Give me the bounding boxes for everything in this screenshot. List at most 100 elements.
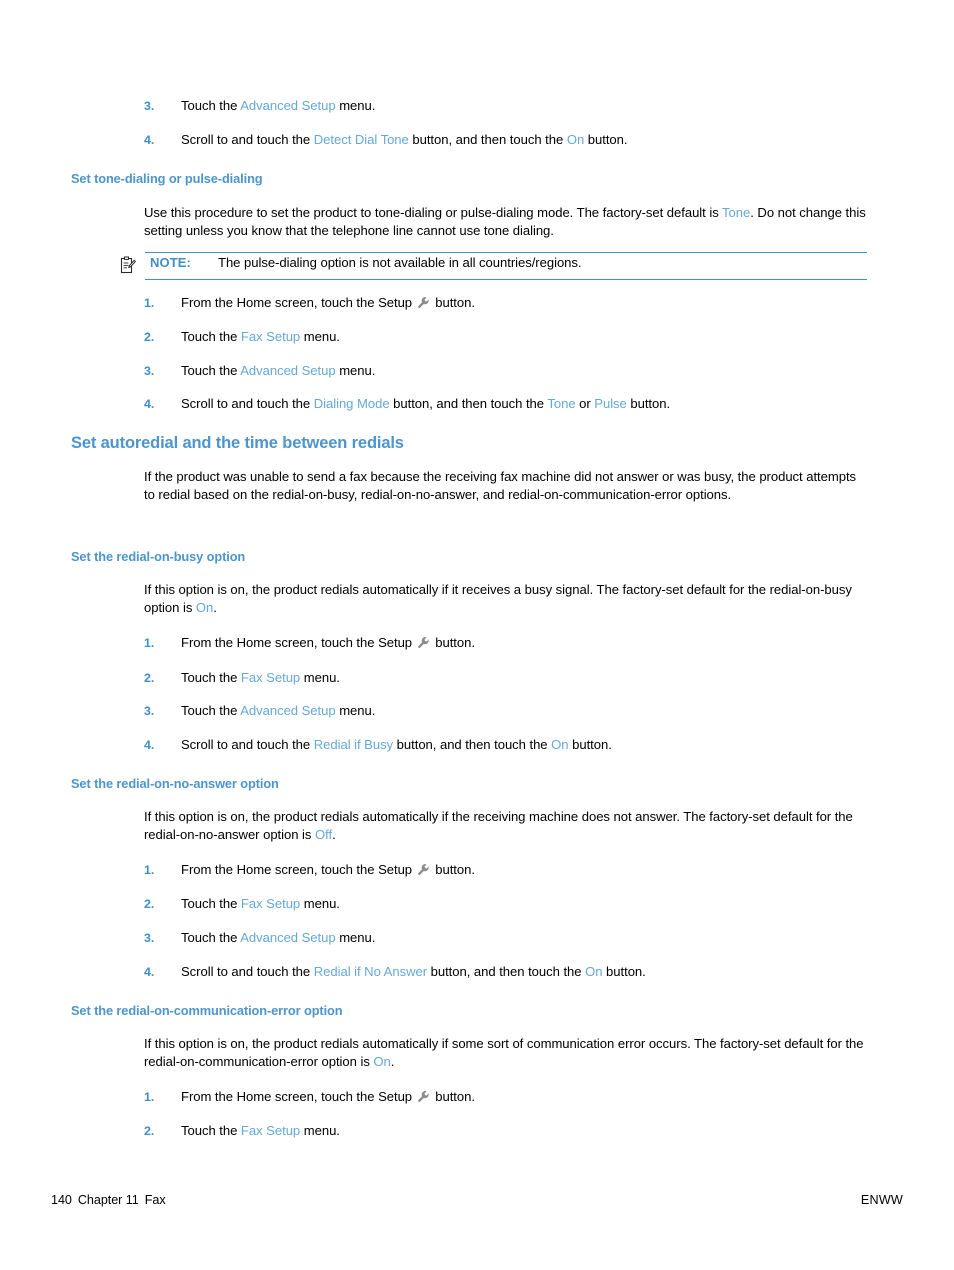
list-item: 3. Touch the Advanced Setup menu. — [144, 97, 904, 115]
ui-term: Advanced Setup — [240, 98, 336, 113]
text-fragment: button. — [568, 737, 612, 752]
list-item: 3. Touch the Advanced Setup menu. — [144, 929, 904, 947]
list-text: Scroll to and touch the Redial if Busy b… — [181, 736, 612, 754]
text-fragment: menu. — [300, 329, 340, 344]
text-fragment: . — [213, 600, 217, 616]
ui-term: On — [551, 737, 569, 752]
text-fragment: Touch the — [181, 98, 241, 113]
text-fragment: Touch the — [181, 930, 241, 945]
text-fragment: or — [575, 396, 595, 411]
list-text: Touch the Advanced Setup menu. — [181, 97, 375, 115]
note-label: NOTE: — [150, 255, 191, 270]
list-text: Scroll to and touch the Dialing Mode but… — [181, 395, 670, 413]
ui-term: Advanced Setup — [240, 363, 336, 378]
paragraph-redial-on-communication-error: If this option is on, the product redial… — [144, 1035, 869, 1072]
text-fragment: From the Home screen, touch the Setup — [181, 1089, 416, 1104]
ui-term: Detect Dial Tone — [313, 132, 409, 147]
heading-set-autoredial: Set autoredial and the time between redi… — [71, 434, 404, 452]
list-number: 4. — [144, 397, 155, 411]
text-fragment: menu. — [335, 98, 376, 113]
ui-term: On — [585, 964, 603, 979]
ui-term: Fax Setup — [240, 670, 301, 685]
text-fragment: Touch the — [181, 1123, 241, 1138]
text-fragment: Touch the — [181, 329, 241, 344]
list-number: 4. — [144, 965, 155, 979]
text-fragment: button. — [431, 1089, 475, 1104]
text-fragment: If this option is on, the product redial… — [144, 809, 853, 843]
list-number: 1. — [144, 863, 155, 877]
text-fragment: menu. — [335, 930, 376, 945]
note-callout: NOTE: The pulse-dialing option is not av… — [0, 252, 954, 282]
text-fragment: button, and then touch the — [427, 964, 586, 979]
ui-term: On — [195, 600, 214, 616]
paragraph-redial-on-busy: If this option is on, the product redial… — [144, 581, 869, 618]
text-fragment: If this option is on, the product redial… — [144, 1036, 864, 1070]
ui-term: On — [373, 1054, 391, 1070]
text-fragment: Touch the — [181, 703, 241, 718]
list-item: 1. From the Home screen, touch the Setup … — [144, 1088, 904, 1106]
text-fragment: From the Home screen, touch the Setup — [181, 862, 416, 877]
heading-redial-on-no-answer: Set the redial-on-no-answer option — [71, 776, 279, 791]
list-item: 3. Touch the Advanced Setup menu. — [144, 362, 904, 380]
list-number: 3. — [144, 704, 155, 718]
list-number: 4. — [144, 738, 155, 752]
list-number: 3. — [144, 364, 155, 378]
list-number: 3. — [144, 931, 155, 945]
list-text: From the Home screen, touch the Setup bu… — [181, 634, 475, 652]
text-fragment: button, and then touch the — [389, 396, 548, 411]
text-fragment: button. — [584, 132, 628, 147]
list-text: Touch the Advanced Setup menu. — [181, 702, 375, 720]
list-number: 1. — [144, 296, 155, 310]
heading-redial-on-busy: Set the redial-on-busy option — [71, 549, 246, 564]
ui-term: Advanced Setup — [240, 703, 336, 718]
list-item: 1. From the Home screen, touch the Setup … — [144, 294, 904, 312]
paragraph-redial-on-no-answer: If this option is on, the product redial… — [144, 808, 869, 845]
list-number: 1. — [144, 636, 155, 650]
list-text: Touch the Fax Setup menu. — [181, 669, 340, 687]
wrench-icon — [417, 863, 430, 876]
footer-left: 140 Chapter 11 Fax — [51, 1193, 166, 1207]
list-item: 1. From the Home screen, touch the Setup … — [144, 634, 904, 652]
text-fragment: Scroll to and touch the — [181, 737, 314, 752]
ui-term: Fax Setup — [240, 329, 301, 344]
list-item: 4. Scroll to and touch the Dialing Mode b… — [144, 395, 904, 413]
ui-term: On — [566, 132, 585, 147]
list-number: 2. — [144, 671, 155, 685]
list-text: Touch the Advanced Setup menu. — [181, 362, 375, 380]
text-fragment: menu. — [300, 896, 340, 911]
paragraph-tone-dialing: Use this procedure to set the product to… — [144, 204, 869, 241]
paragraph-autoredial: If the product was unable to send a fax … — [144, 469, 857, 503]
text-fragment: Touch the — [181, 896, 241, 911]
text-fragment: menu. — [335, 363, 376, 378]
list-item: 2. Touch the Fax Setup menu. — [144, 1122, 904, 1140]
wrench-icon — [417, 296, 430, 309]
footer-right: ENWW — [860, 1193, 903, 1207]
ui-term: Advanced Setup — [240, 930, 336, 945]
ui-term: Tone — [722, 205, 751, 220]
text-fragment: Touch the — [181, 670, 241, 685]
list-number: 2. — [144, 330, 155, 344]
wrench-icon — [417, 1090, 430, 1103]
text-fragment: button. — [602, 964, 646, 979]
list-number: 4. — [144, 133, 155, 147]
text-fragment: . — [332, 827, 336, 843]
text-fragment: menu. — [300, 670, 340, 685]
note-text: The pulse-dialing option is not availabl… — [218, 255, 582, 270]
list-item: 1. From the Home screen, touch the Setup … — [144, 861, 904, 879]
page-number: 140 — [51, 1193, 72, 1207]
text-fragment: . — [390, 1054, 395, 1070]
heading-redial-on-communication-error: Set the redial-on-communication-error op… — [71, 1003, 343, 1018]
text-fragment: If this option is on, the product redial… — [144, 582, 852, 616]
document-page: 3. Touch the Advanced Setup menu. 4. Scrol… — [0, 0, 954, 1270]
list-item: 4. Scroll to and touch the Redial if No A… — [144, 963, 904, 981]
list-text: From the Home screen, touch the Setup bu… — [181, 861, 475, 879]
list-text: Touch the Advanced Setup menu. — [181, 929, 375, 947]
ui-term: Redial if No Answer — [313, 964, 428, 979]
text-fragment: Scroll to and touch the — [181, 964, 314, 979]
text-fragment: From the Home screen, touch the Setup — [181, 295, 416, 310]
list-item: 2. Touch the Fax Setup menu. — [144, 328, 904, 346]
text-fragment: button, and then touch the — [408, 132, 567, 147]
note-rule-bottom — [145, 279, 867, 280]
list-item: 3. Touch the Advanced Setup menu. — [144, 702, 904, 720]
chapter-topic: Fax — [144, 1193, 166, 1207]
